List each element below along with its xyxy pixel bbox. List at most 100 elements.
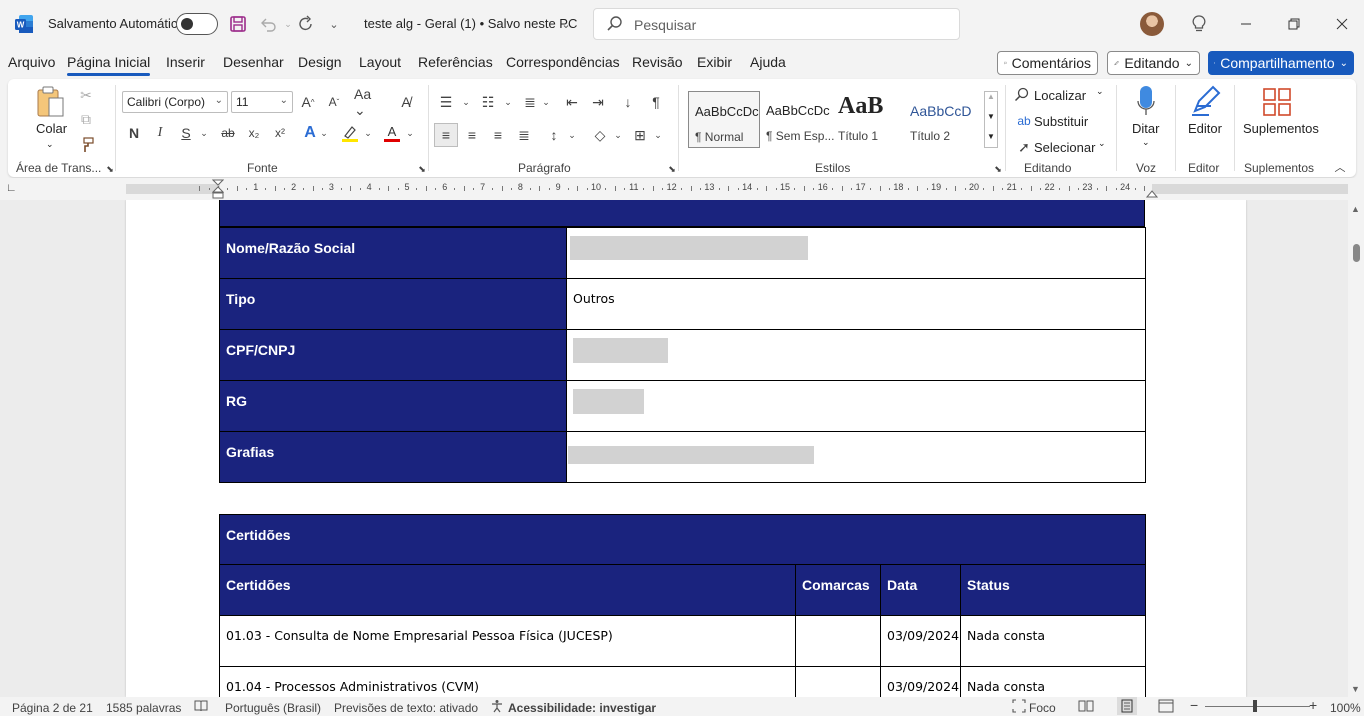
certificate-name[interactable]: 01.03 - Consulta de Nome Empresarial Pes…: [219, 615, 796, 667]
tab-desenhar[interactable]: Desenhar: [223, 54, 284, 70]
save-icon[interactable]: [226, 12, 250, 36]
field-value[interactable]: [566, 431, 1146, 483]
avatar[interactable]: [1140, 12, 1164, 36]
search-box[interactable]: [593, 8, 960, 40]
sort-icon[interactable]: ↓: [618, 92, 638, 112]
tab-correspondencias[interactable]: Correspondências: [506, 54, 620, 70]
close-icon[interactable]: [1326, 8, 1358, 40]
maximize-icon[interactable]: [1278, 8, 1310, 40]
shading-icon[interactable]: ◇: [590, 125, 610, 145]
tab-arquivo[interactable]: Arquivo: [8, 54, 55, 70]
field-value[interactable]: [566, 227, 1146, 279]
certificate-comarca[interactable]: [795, 615, 881, 667]
indent-marker-icon[interactable]: [212, 179, 224, 199]
tab-stop-icon[interactable]: ∟: [6, 182, 17, 194]
tab-design[interactable]: Design: [298, 54, 342, 70]
web-layout-icon[interactable]: [1158, 699, 1174, 716]
zoom-slider-thumb[interactable]: [1253, 700, 1257, 712]
tab-inserir[interactable]: Inserir: [166, 54, 205, 70]
style-no-spacing[interactable]: AaBbCcDc ¶ Sem Esp...: [760, 91, 834, 148]
collapse-ribbon-icon[interactable]: ︿: [1330, 157, 1350, 177]
font-name-combo[interactable]: Calibri (Corpo) ⌄: [122, 91, 228, 113]
document-title[interactable]: teste alg - Geral (1) • Salvo neste PC: [364, 16, 577, 31]
find-button[interactable]: Localizar ⌄: [1014, 85, 1104, 105]
superscript-icon[interactable]: x²: [270, 123, 290, 143]
redo-icon[interactable]: [294, 12, 318, 36]
search-input[interactable]: [634, 15, 934, 35]
focus-icon[interactable]: [1012, 699, 1026, 716]
tab-exibir[interactable]: Exibir: [697, 54, 732, 70]
tab-layout[interactable]: Layout: [359, 54, 401, 70]
borders-icon[interactable]: ⊞: [630, 125, 650, 145]
field-value[interactable]: [566, 380, 1146, 432]
certificate-status[interactable]: Nada consta: [959, 666, 1147, 697]
style-normal[interactable]: AaBbCcDc ¶ Normal: [688, 91, 760, 148]
multilevel-chevron-icon[interactable]: ⌄: [536, 92, 556, 112]
text-effects-chevron-icon[interactable]: ⌄: [314, 123, 334, 143]
strikethrough-icon[interactable]: ab: [218, 123, 238, 143]
share-button[interactable]: Compartilhamento ⌄: [1208, 51, 1354, 75]
field-value[interactable]: [566, 329, 1146, 381]
decrease-indent-icon[interactable]: ⇤: [562, 92, 582, 112]
vertical-scrollbar[interactable]: ▲ ▼: [1348, 200, 1364, 697]
change-case-icon[interactable]: Aa ⌄: [354, 86, 382, 118]
tab-referencias[interactable]: Referências: [418, 54, 493, 70]
grow-font-icon[interactable]: A ^: [298, 92, 318, 112]
clipboard-launcher-icon[interactable]: ⬊: [100, 159, 120, 179]
tab-ajuda[interactable]: Ajuda: [750, 54, 786, 70]
right-indent-marker-icon[interactable]: [1146, 186, 1158, 198]
styles-gallery-scroll[interactable]: ▲ ▼ ▼: [984, 91, 998, 148]
italic-button[interactable]: I: [150, 123, 170, 143]
certificate-date[interactable]: 03/09/2024: [880, 666, 961, 697]
page-count[interactable]: Página 2 de 21: [12, 701, 93, 715]
editing-mode-button[interactable]: Editando ⌄: [1107, 51, 1200, 75]
font-launcher-icon[interactable]: ⬊: [412, 159, 432, 179]
proofing-icon[interactable]: [194, 699, 208, 716]
bullets-icon[interactable]: ☰: [436, 92, 456, 112]
paste-button[interactable]: Colar ⌄: [32, 85, 68, 149]
align-left-icon[interactable]: ≡: [434, 123, 458, 147]
read-mode-icon[interactable]: [1078, 699, 1094, 716]
print-layout-icon[interactable]: [1117, 697, 1137, 715]
certificate-name[interactable]: 01.04 - Processos Administrativos (CVM): [219, 666, 796, 697]
zoom-in-icon[interactable]: +: [1309, 697, 1317, 713]
autosave-toggle[interactable]: [176, 13, 218, 35]
style-heading-1[interactable]: AaB Título 1: [832, 91, 904, 148]
shading-chevron-icon[interactable]: ⌄: [608, 125, 628, 145]
font-size-combo[interactable]: 11 ⌄: [231, 91, 293, 113]
highlight-icon[interactable]: [340, 123, 360, 143]
align-right-icon[interactable]: ≡: [488, 125, 508, 145]
borders-chevron-icon[interactable]: ⌄: [648, 125, 668, 145]
zoom-level[interactable]: 100%: [1330, 701, 1361, 715]
replace-button[interactable]: ab Substituir: [1014, 111, 1104, 131]
accessibility-status[interactable]: Acessibilidade: investigar: [508, 701, 656, 715]
certificate-status[interactable]: Nada consta: [959, 615, 1147, 667]
justify-icon[interactable]: ≣: [514, 125, 534, 145]
scroll-down-icon[interactable]: ▼: [1351, 684, 1360, 694]
underline-chevron-icon[interactable]: ⌄: [194, 123, 214, 143]
clear-formatting-icon[interactable]: A̸: [396, 92, 416, 112]
select-button[interactable]: ➚ Selecionar ⌄: [1014, 137, 1105, 157]
minimize-icon[interactable]: [1230, 8, 1262, 40]
font-color-chevron-icon[interactable]: ⌄: [400, 123, 420, 143]
line-spacing-icon[interactable]: ↕: [544, 125, 564, 145]
tab-pagina-inicial[interactable]: Página Inicial: [67, 54, 151, 76]
font-color-icon[interactable]: A: [382, 123, 402, 143]
field-value[interactable]: Outros: [566, 278, 1146, 330]
title-chevron-down-icon[interactable]: ⌄: [554, 12, 578, 36]
customize-toolbar-icon[interactable]: ⌄: [322, 12, 346, 36]
numbering-icon[interactable]: ☷: [478, 92, 498, 112]
zoom-slider[interactable]: [1205, 706, 1310, 707]
dictate-button[interactable]: Ditar ⌄: [1128, 85, 1164, 155]
style-heading-2[interactable]: AaBbCcD Título 2: [904, 91, 976, 148]
align-center-icon[interactable]: ≡: [462, 125, 482, 145]
highlight-chevron-icon[interactable]: ⌄: [358, 123, 378, 143]
document-page[interactable]: Nome/Razão Social Tipo Outros CPF/CNPJ R…: [126, 200, 1246, 697]
increase-indent-icon[interactable]: ⇥: [588, 92, 608, 112]
lightbulb-icon[interactable]: [1187, 12, 1211, 36]
format-painter-icon[interactable]: [76, 135, 96, 155]
language[interactable]: Português (Brasil): [225, 701, 321, 715]
editor-button[interactable]: Editor: [1184, 85, 1226, 155]
tab-revisao[interactable]: Revisão: [632, 54, 683, 70]
cut-icon[interactable]: ✂: [76, 85, 96, 105]
